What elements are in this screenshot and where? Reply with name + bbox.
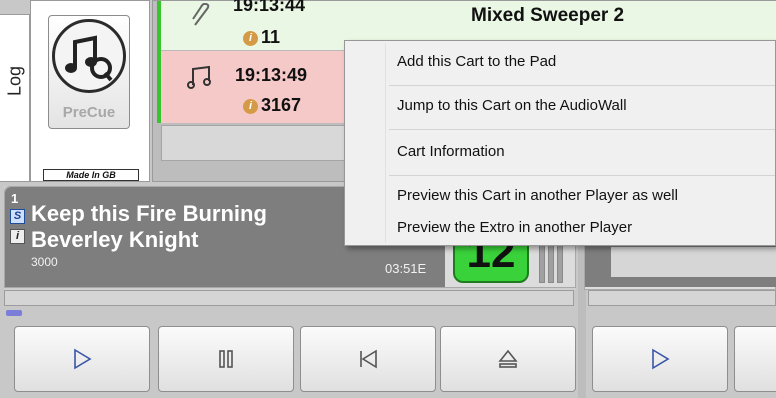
play-icon xyxy=(652,348,670,370)
menu-item-add-to-pad[interactable]: Add this Cart to the Pad xyxy=(397,53,556,70)
menu-gutter xyxy=(385,43,386,243)
skip-back-button[interactable] xyxy=(300,326,436,392)
menu-item-jump-to-audiowall[interactable]: Jump to this Cart on the AudioWall xyxy=(397,97,627,114)
player-2-panel xyxy=(611,247,776,277)
player-cart-number: 3000 xyxy=(31,255,58,269)
tab-log[interactable]: Log xyxy=(0,14,30,182)
log-row-info: i 11 xyxy=(243,27,280,48)
precue-button[interactable]: PreCue xyxy=(48,15,130,129)
log-row-info: i 3167 xyxy=(243,95,301,116)
context-menu: Add this Cart to the Pad Jump to this Ca… xyxy=(344,40,776,246)
menu-item-preview-extro[interactable]: Preview the Extro in another Player xyxy=(397,219,632,236)
player-2-pause-button[interactable] xyxy=(734,326,776,392)
pause-icon xyxy=(219,350,233,368)
eject-button[interactable] xyxy=(440,326,576,392)
player-progress-bar[interactable] xyxy=(4,290,574,306)
menu-item-cart-information[interactable]: Cart Information xyxy=(397,143,505,160)
info-icon: i xyxy=(243,30,258,46)
menu-item-preview-cart[interactable]: Preview this Cart in another Player as w… xyxy=(397,187,678,204)
skip-back-icon xyxy=(360,349,377,369)
s-button[interactable]: S xyxy=(10,209,25,224)
menu-separator xyxy=(389,129,775,130)
player-duration: 03:51E xyxy=(385,261,427,276)
music-note-q-icon xyxy=(52,19,126,93)
precue-label: PreCue xyxy=(62,104,116,121)
play-button[interactable] xyxy=(14,326,150,392)
paperclip-icon xyxy=(192,3,210,26)
player-title: Keep this Fire Burning xyxy=(31,201,267,226)
player-2-progress-bar[interactable] xyxy=(588,290,776,306)
log-row-title: Mixed Sweeper 2 xyxy=(471,5,625,26)
progress-marker[interactable] xyxy=(6,310,22,316)
menu-separator xyxy=(389,85,775,86)
pause-button[interactable] xyxy=(158,326,294,392)
player-slot-number: 1 xyxy=(11,191,19,206)
made-in-badge: Made In GB xyxy=(43,169,139,181)
music-note-icon xyxy=(187,65,211,89)
player-artist: Beverley Knight xyxy=(31,227,199,252)
audiowall-app: Log PreCue Made In GB 19:13:44 i 11 Mixe… xyxy=(0,0,776,398)
log-tab-label: Log xyxy=(4,65,24,97)
menu-separator xyxy=(389,175,775,176)
info-icon: i xyxy=(243,98,258,114)
log-row[interactable]: 19:13:49 i 3167 xyxy=(161,51,351,123)
log-row-time: 19:13:44 xyxy=(233,0,306,15)
transport-controls xyxy=(0,318,776,398)
player-2-play-button[interactable] xyxy=(592,326,728,392)
info-button[interactable]: i xyxy=(10,229,25,244)
log-row-time: 19:13:49 xyxy=(235,65,308,85)
play-icon xyxy=(74,348,92,370)
log-empty-row xyxy=(161,125,351,161)
eject-icon xyxy=(498,349,518,368)
precue-panel: PreCue Made In GB xyxy=(30,0,150,182)
